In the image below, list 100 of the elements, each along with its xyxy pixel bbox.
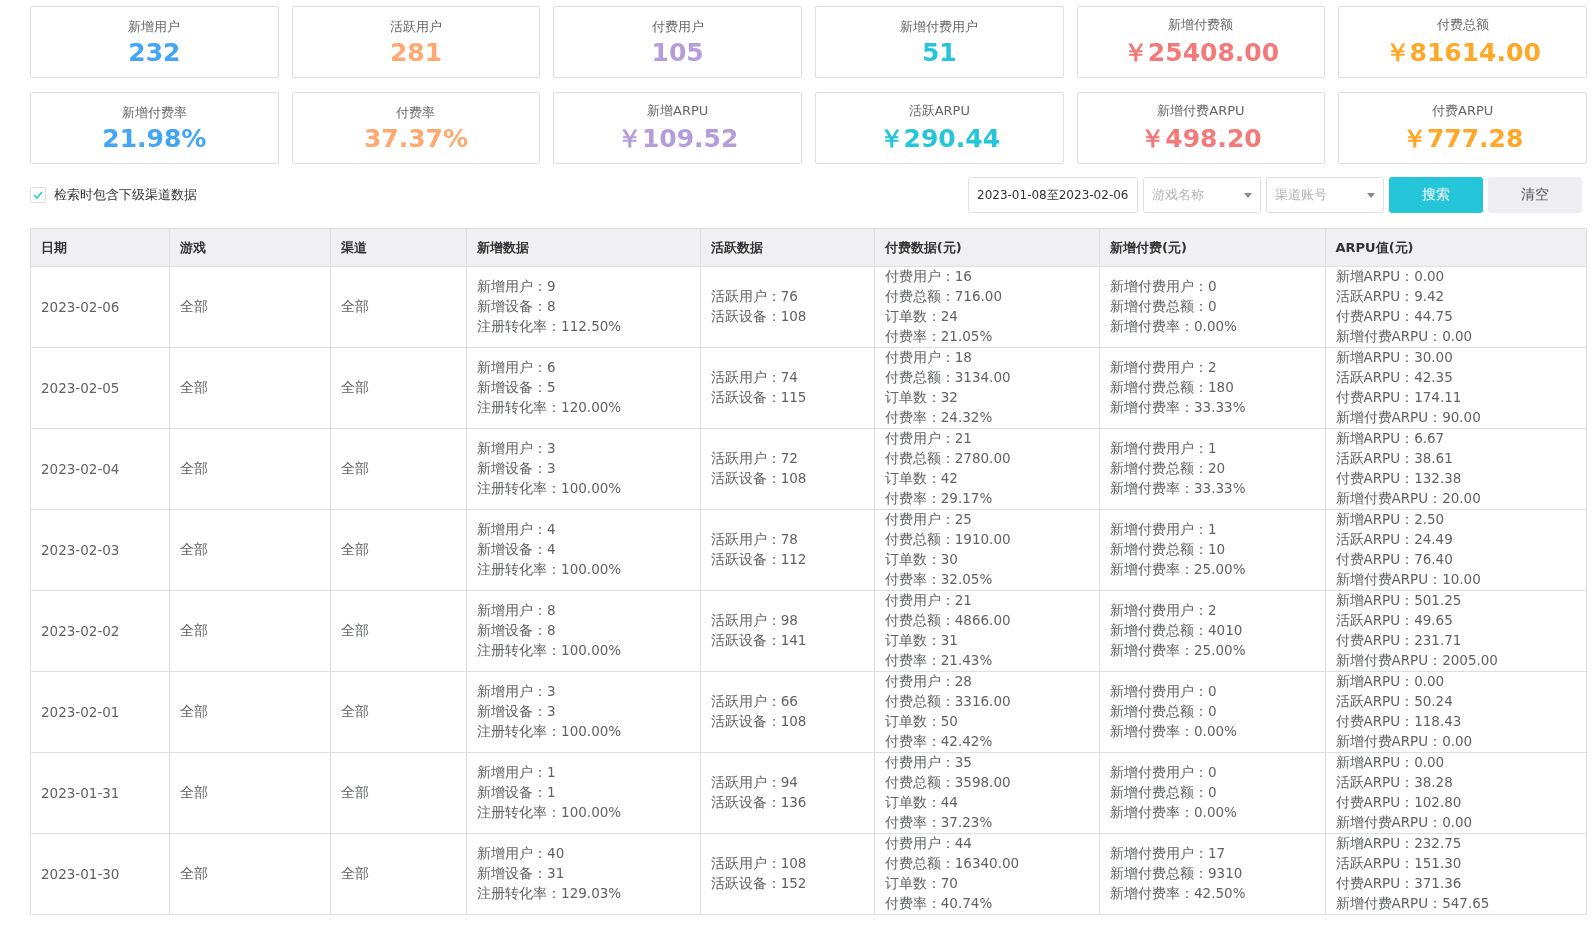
column-header: 新增付费(元) (1099, 228, 1325, 267)
game-cell: 全部 (169, 671, 331, 753)
new-payment-line: 新增付费用户：2 (1110, 358, 1218, 378)
stat-value: 21.98% (102, 123, 207, 153)
new-data-line: 注册转化率：100.00% (477, 640, 623, 660)
arpu-line: 新增ARPU：0.00 (1335, 267, 1446, 287)
stat-value: 105 (651, 37, 704, 67)
new-data-line: 注册转化率：112.50% (477, 316, 623, 336)
payment-data-line: 订单数：44 (884, 793, 959, 812)
active-data-line: 活跃设备：136 (710, 793, 808, 812)
arpu-line: 付费ARPU：371.36 (1335, 874, 1463, 893)
new-payment-line: 新增付费总额：4010 (1110, 621, 1244, 641)
checkbox-label: 检索时包含下级渠道数据 (54, 186, 197, 204)
arpu-line: 活跃ARPU：50.24 (1335, 692, 1454, 712)
new-data-line: 新增用户：8 (477, 601, 557, 621)
new-data-line: 注册转化率：100.00% (477, 559, 623, 579)
stat-value: ￥109.52 (616, 122, 739, 155)
stat-label: 新增付费额 (1168, 15, 1234, 34)
arpu-line: 新增付费ARPU：0.00 (1335, 731, 1474, 751)
new-data-line: 新增设备：8 (477, 297, 557, 317)
date-cell: 2023-02-03 (30, 509, 170, 591)
stat-value: 232 (128, 37, 181, 67)
game-select[interactable]: 游戏名称 (1143, 177, 1261, 213)
payment-data-line: 付费用户：18 (884, 348, 973, 368)
new-payment-line: 新增付费率：33.33% (1110, 478, 1247, 498)
date-range-field[interactable]: 2023-01-08至2023-02-06 (968, 177, 1138, 213)
new-data-line: 注册转化率：100.00% (477, 802, 623, 822)
arpu-line: 新增付费ARPU：90.00 (1335, 407, 1482, 427)
checkbox[interactable] (30, 187, 46, 203)
date-cell: 2023-01-30 (30, 833, 170, 915)
arpu-line: 新增付费ARPU：547.65 (1335, 893, 1491, 913)
new-payment-line: 新增付费率：33.33% (1110, 397, 1247, 417)
active-data-line: 活跃用户：66 (710, 692, 799, 712)
new-data-line: 注册转化率：100.00% (477, 478, 623, 498)
new-data-line: 注册转化率：120.00% (477, 397, 623, 417)
new-data-line: 新增设备：5 (477, 378, 557, 398)
active-data-line: 活跃设备：141 (710, 631, 808, 650)
payment-data-line: 付费用户：35 (884, 753, 973, 773)
arpu-line: 付费ARPU：76.40 (1335, 550, 1454, 569)
payment-data-line: 付费率：32.05% (884, 569, 994, 589)
game-cell: 全部 (169, 590, 331, 672)
channel-cell: 全部 (330, 590, 467, 672)
stat-label: 新增ARPU (647, 101, 709, 120)
new-data-line: 注册转化率：129.03% (477, 883, 623, 903)
active-data-line: 活跃设备：112 (710, 550, 808, 569)
payment-data-line: 付费用户：28 (884, 672, 973, 692)
arpu-line: 活跃ARPU：151.30 (1335, 854, 1463, 874)
payment-data-line: 付费用户：21 (884, 591, 973, 611)
channel-cell: 全部 (330, 752, 467, 834)
new-data-line: 新增设备：31 (477, 864, 566, 884)
arpu-line: 活跃ARPU：38.28 (1335, 773, 1454, 793)
arpu-line: 新增ARPU：0.00 (1335, 672, 1446, 692)
stat-value: ￥777.28 (1401, 122, 1524, 155)
clear-button[interactable]: 清空 (1488, 177, 1582, 213)
date-cell: 2023-02-01 (30, 671, 170, 753)
active-data-line: 活跃用户：98 (710, 611, 799, 631)
payment-data-line: 付费率：21.05% (884, 326, 994, 346)
active-data-line: 活跃设备：115 (710, 388, 808, 407)
stat-label: 付费总额 (1436, 15, 1489, 34)
stat-label: 新增付费用户 (900, 17, 979, 36)
payment-data-line: 付费用户：25 (884, 510, 973, 530)
arpu-line: 付费ARPU：118.43 (1335, 712, 1463, 731)
column-header: ARPU值(元) (1325, 228, 1587, 267)
arpu-line: 活跃ARPU：42.35 (1335, 368, 1454, 388)
new-payment-line: 新增付费用户：0 (1110, 682, 1218, 702)
new-payment-line: 新增付费总额：10 (1110, 540, 1227, 560)
new-data-line: 新增用户：1 (477, 763, 557, 783)
active-data-line: 活跃用户：108 (710, 854, 808, 874)
search-button[interactable]: 搜索 (1389, 177, 1483, 213)
dropdown-caret-icon (1244, 192, 1252, 198)
stat-value: 37.37% (363, 123, 469, 153)
stat-value: 51 (921, 37, 957, 67)
arpu-line: 付费ARPU：174.11 (1335, 388, 1463, 407)
payment-data-line: 付费总额：3598.00 (884, 773, 1012, 793)
game-cell: 全部 (169, 347, 331, 429)
new-payment-line: 新增付费用户：2 (1110, 601, 1218, 621)
new-data-line: 新增设备：8 (477, 621, 557, 641)
date-cell: 2023-02-05 (30, 347, 170, 429)
new-payment-line: 新增付费用户：0 (1110, 763, 1218, 783)
arpu-line: 新增ARPU：0.00 (1335, 753, 1446, 773)
arpu-line: 活跃ARPU：9.42 (1335, 287, 1446, 307)
payment-data-line: 订单数：50 (884, 712, 959, 731)
new-payment-line: 新增付费总额：0 (1110, 783, 1218, 803)
payment-data-line: 付费率：40.74% (884, 893, 994, 913)
stat-value: ￥290.44 (878, 122, 1001, 155)
new-payment-line: 新增付费率：0.00% (1110, 802, 1238, 822)
channel-cell: 全部 (330, 833, 467, 915)
stat-value: ￥81614.00 (1384, 36, 1541, 69)
new-payment-line: 新增付费总额：9310 (1110, 864, 1244, 884)
new-payment-line: 新增付费率：25.00% (1110, 559, 1247, 579)
new-payment-line: 新增付费总额：180 (1110, 378, 1235, 398)
dropdown-caret-icon (1367, 192, 1375, 198)
stat-value: ￥25408.00 (1122, 36, 1280, 69)
arpu-line: 新增付费ARPU：2005.00 (1335, 650, 1499, 670)
date-cell: 2023-01-31 (30, 752, 170, 834)
channel-select[interactable]: 渠道账号 (1266, 177, 1384, 213)
new-data-line: 新增设备：3 (477, 702, 557, 722)
new-payment-line: 新增付费用户：1 (1110, 520, 1218, 540)
new-data-line: 新增用户：4 (477, 520, 557, 540)
arpu-line: 新增ARPU：501.25 (1335, 591, 1463, 611)
